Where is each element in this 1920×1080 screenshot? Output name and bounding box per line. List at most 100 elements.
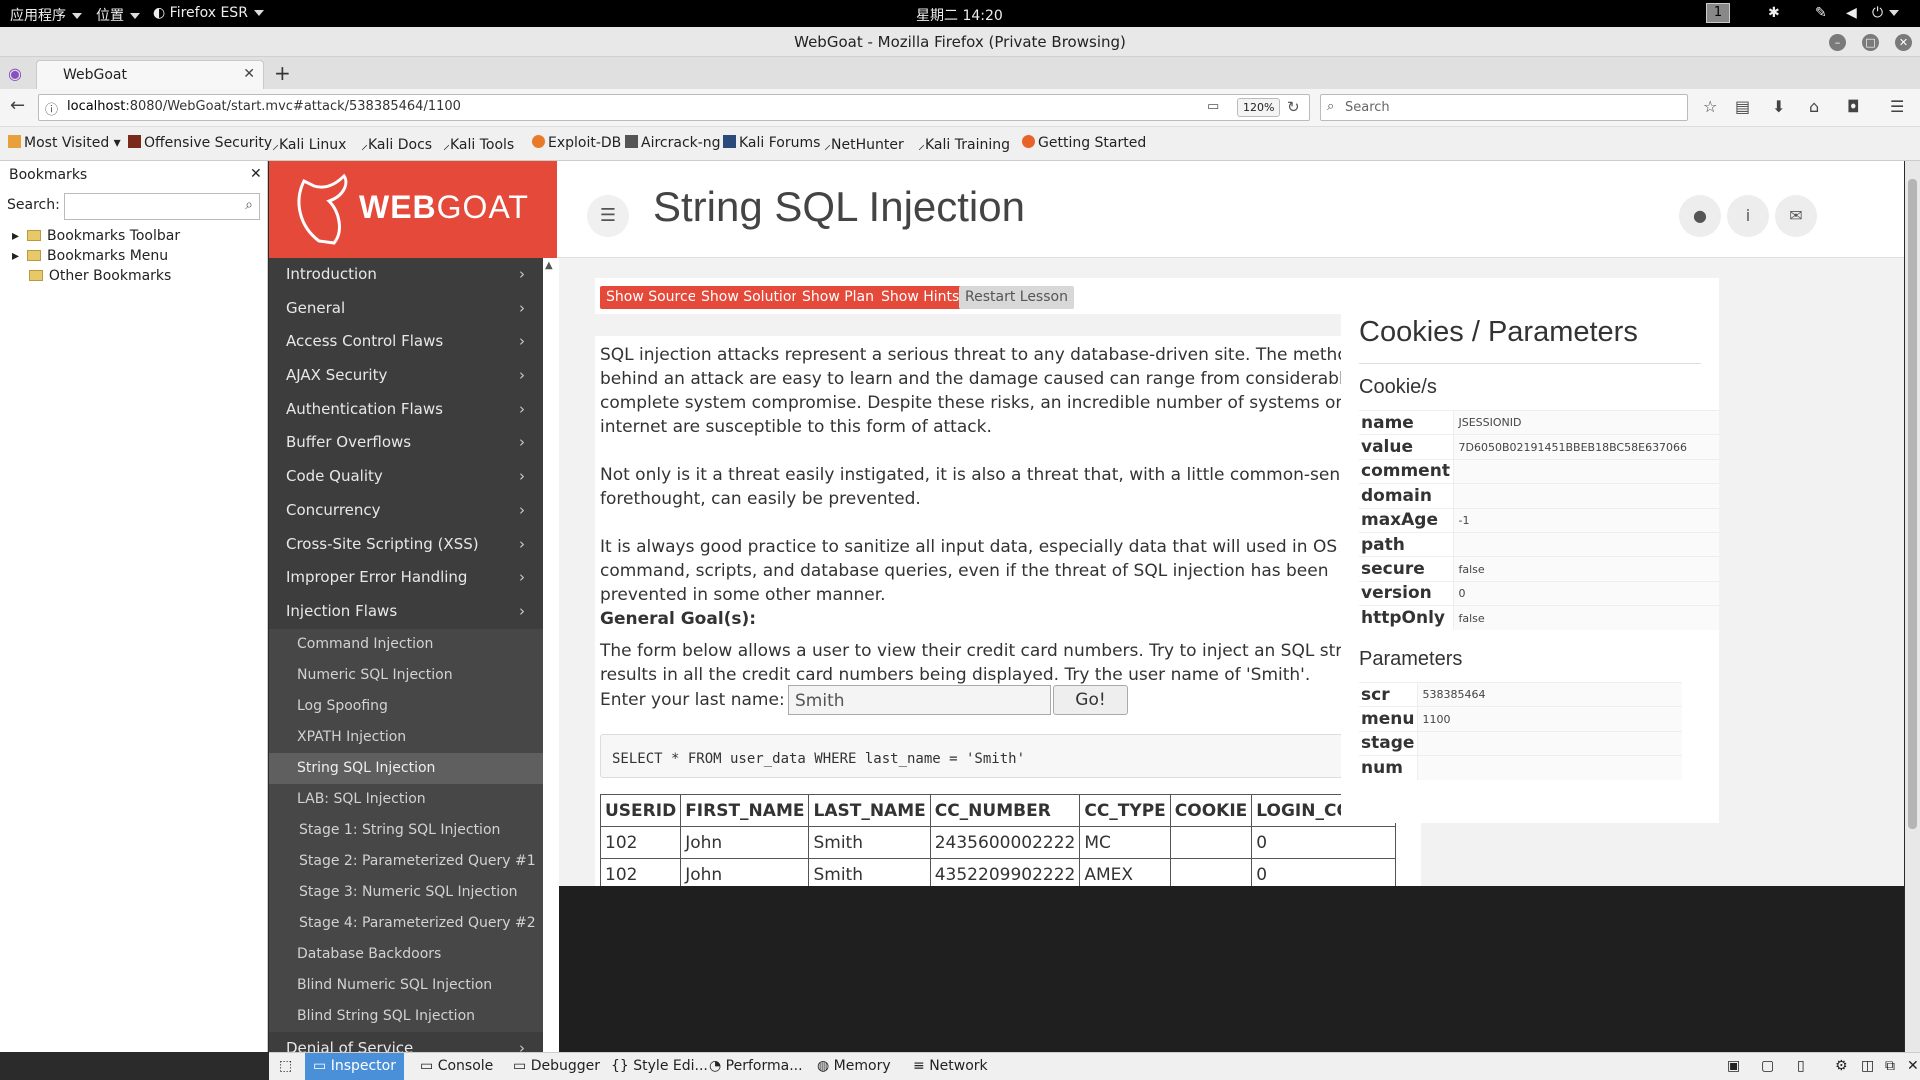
menu-scroll-up-icon[interactable]: ▲ — [545, 260, 553, 271]
show-solution-button[interactable]: Show Solution — [695, 286, 807, 309]
places-menu[interactable]: 位置 — [96, 5, 140, 25]
info-icon[interactable]: i — [1727, 195, 1769, 237]
workspace-indicator[interactable]: 1 — [1706, 3, 1730, 23]
bookmarks-menu-folder[interactable]: ▸ Bookmarks Menu — [12, 248, 168, 264]
devtools-tab-network[interactable]: ≡ Network — [905, 1053, 996, 1080]
bookmark-kali-tools[interactable]: ⸝Kali Tools — [443, 135, 514, 154]
menu-category[interactable]: Access Control Flaws › — [269, 325, 543, 359]
lesson-link[interactable]: Database Backdoors — [269, 938, 543, 970]
tab-webgoat[interactable]: WebGoat ✕ — [36, 60, 264, 89]
devtools-tab-memory[interactable]: ◍ Memory — [809, 1053, 899, 1080]
element-picker-icon[interactable]: ⬚ — [271, 1053, 300, 1080]
mail-icon[interactable]: ✉ — [1775, 195, 1817, 237]
bookmark-kali-forums[interactable]: Kali Forums — [723, 135, 820, 151]
clock[interactable]: 星期二 14:20 — [916, 5, 1003, 25]
settings-gear-icon[interactable]: ⚙ — [1827, 1053, 1856, 1080]
bookmark-kali-linux[interactable]: ⸝Kali Linux — [272, 135, 346, 154]
table-cell: 0 — [1251, 826, 1396, 859]
show-hints-button[interactable]: Show Hints — [875, 286, 966, 309]
url-text[interactable]: localhost:8080/WebGoat/start.mvc#attack/… — [67, 99, 461, 114]
menu-category[interactable]: Introduction › — [269, 258, 543, 292]
lesson-link[interactable]: Command Injection — [269, 628, 543, 660]
menu-category[interactable]: Concurrency › — [269, 494, 543, 528]
bookmark-kali-docs[interactable]: ⸝Kali Docs — [361, 135, 432, 154]
bookmark-offensive-security[interactable]: Offensive Security — [128, 135, 272, 151]
menu-category-injection-flaws[interactable]: Injection Flaws › — [269, 595, 543, 629]
menu-category[interactable]: AJAX Security › — [269, 359, 543, 393]
menu-category[interactable]: Improper Error Handling › — [269, 561, 543, 595]
lesson-stage-link[interactable]: Stage 4: Parameterized Query #2 — [269, 907, 543, 939]
lesson-link[interactable]: Log Spoofing — [269, 690, 543, 722]
menu-toggle-button[interactable]: ☰ — [587, 195, 629, 237]
bookmark-getting-started[interactable]: Getting Started — [1022, 135, 1146, 151]
bookmarks-toolbar-folder[interactable]: ▸ Bookmarks Toolbar — [12, 228, 180, 244]
apps-menu[interactable]: 应用程序 — [10, 5, 82, 25]
lesson-link[interactable]: Blind String SQL Injection — [269, 1000, 543, 1032]
other-bookmarks-folder[interactable]: Other Bookmarks — [12, 268, 171, 284]
bookmark-nethunter[interactable]: ⸝NetHunter — [824, 135, 904, 154]
home-icon[interactable]: ⌂ — [1809, 97, 1819, 116]
page-scrollbar[interactable] — [1905, 161, 1920, 1052]
new-tab-button[interactable]: + — [274, 61, 291, 85]
menu-category[interactable]: Code Quality › — [269, 460, 543, 494]
search-bar[interactable]: ⌕ Search — [1320, 94, 1688, 121]
devtools-tab-console[interactable]: ▭ Console — [412, 1053, 501, 1080]
url-bar[interactable]: ⓘ localhost:8080/WebGoat/start.mvc#attac… — [38, 94, 1310, 121]
lesson-link-active[interactable]: String SQL Injection — [269, 752, 543, 784]
lastname-input[interactable]: Smith — [788, 685, 1051, 715]
menu-category[interactable]: Denial of Service › — [269, 1032, 543, 1052]
menu-category[interactable]: Authentication Flaws › — [269, 393, 543, 427]
bookmark-most-visited[interactable]: Most Visited ▾ — [8, 135, 121, 151]
back-button[interactable]: ← — [10, 95, 25, 116]
lesson-link[interactable]: XPATH Injection — [269, 721, 543, 753]
lesson-stage-link[interactable]: Stage 2: Parameterized Query #1 — [269, 845, 543, 877]
split-console-icon[interactable]: ▣ — [1719, 1053, 1748, 1080]
close-tab-icon[interactable]: ✕ — [243, 66, 255, 82]
lesson-stage-link[interactable]: Stage 1: String SQL Injection — [269, 814, 543, 846]
maximize-button[interactable]: □ — [1862, 34, 1879, 51]
library-icon[interactable]: ▤ — [1735, 97, 1750, 116]
menu-icon[interactable]: ☰ — [1890, 97, 1904, 116]
devtools-tab-performance[interactable]: ◔ Performa... — [701, 1053, 811, 1080]
scrollbar-thumb[interactable] — [1908, 179, 1917, 829]
menu-category[interactable]: Cross-Site Scripting (XSS) › — [269, 528, 543, 562]
lesson-link[interactable]: LAB: SQL Injection — [269, 783, 543, 815]
lesson-stage-link[interactable]: Stage 3: Numeric SQL Injection — [269, 876, 543, 908]
bookmark-aircrack[interactable]: Aircrack-ng — [625, 135, 721, 151]
close-window-button[interactable]: ✕ — [1895, 34, 1912, 51]
webgoat-logo[interactable]: WEBGOAT — [269, 161, 557, 258]
reload-icon[interactable]: ↻ — [1287, 98, 1300, 116]
zoom-level[interactable]: 120% — [1237, 98, 1281, 117]
screenshot-icon[interactable]: ▢ — [1753, 1053, 1782, 1080]
responsive-mode-icon[interactable]: ▯ — [1789, 1053, 1813, 1080]
lesson-paragraph: It is always good practice to sanitize a… — [600, 537, 1338, 605]
devtools-tab-inspector[interactable]: ▭ Inspector — [305, 1053, 404, 1080]
bookmark-kali-training[interactable]: ⸝Kali Training — [918, 135, 1010, 154]
go-button[interactable]: Go! — [1053, 685, 1128, 715]
close-devtools-icon[interactable]: ✕ — [1899, 1053, 1920, 1080]
app-grid-icon[interactable]: ✱ — [1768, 5, 1780, 21]
show-plan-button[interactable]: Show Plan — [796, 286, 881, 309]
lesson-link[interactable]: Numeric SQL Injection — [269, 659, 543, 691]
pocket-icon[interactable]: ◘ — [1847, 97, 1860, 116]
downloads-icon[interactable]: ⬇ — [1772, 97, 1785, 116]
info-icon[interactable]: ⓘ — [45, 99, 58, 118]
show-source-button[interactable]: Show Source — [600, 286, 703, 309]
power-icon[interactable]: ⏻ — [1872, 5, 1900, 21]
menu-category[interactable]: General › — [269, 292, 543, 326]
active-app-menu[interactable]: ◐ Firefox ESR — [153, 5, 264, 21]
reader-view-icon[interactable]: ▭ — [1207, 99, 1219, 114]
user-icon[interactable]: ● — [1679, 195, 1721, 237]
close-sidebar-icon[interactable]: ✕ — [250, 166, 262, 182]
devtools-tab-style-editor[interactable]: {} Style Edi... — [603, 1053, 716, 1080]
menu-category[interactable]: Buffer Overflows › — [269, 426, 543, 460]
restart-lesson-button[interactable]: Restart Lesson — [959, 286, 1074, 309]
bookmark-star-icon[interactable]: ☆ — [1703, 97, 1717, 116]
tools-icon[interactable]: ✎ — [1815, 5, 1827, 21]
lesson-link[interactable]: Blind Numeric SQL Injection — [269, 969, 543, 1001]
minimize-button[interactable]: – — [1829, 34, 1846, 51]
devtools-tab-debugger[interactable]: ▭ Debugger — [505, 1053, 608, 1080]
sidebar-search-input[interactable]: ⌕ — [64, 193, 260, 220]
volume-icon[interactable]: ◀ — [1846, 5, 1857, 21]
bookmark-exploit-db[interactable]: Exploit-DB — [532, 135, 621, 151]
